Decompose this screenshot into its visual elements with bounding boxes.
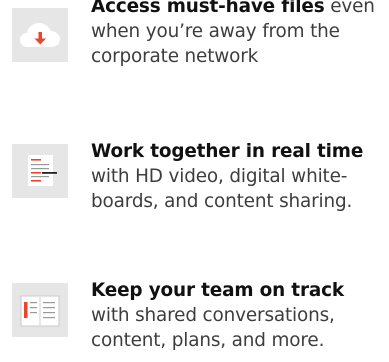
feature-work-together-text: Work together in real time with HD video… bbox=[91, 139, 387, 214]
notebook-icon bbox=[12, 283, 68, 337]
feature-access-files-body-2: when you’re away from the bbox=[91, 21, 340, 42]
feature-access-files-body-1: even bbox=[330, 0, 375, 17]
feature-work-together-body-2: boards, and content sharing. bbox=[91, 191, 353, 212]
feature-access-files-headline: Access must-have files bbox=[91, 0, 325, 17]
whiteboard-list-icon bbox=[12, 144, 68, 198]
cloud-download-icon bbox=[12, 8, 68, 62]
feature-work-together-body-1: with HD video, digital white- bbox=[91, 166, 348, 187]
feature-access-files-body-3: corporate network bbox=[91, 46, 259, 67]
feature-keep-team-on-track-body-1: with shared conversations, bbox=[91, 305, 335, 326]
feature-keep-team-on-track-headline: Keep your team on track bbox=[91, 280, 344, 301]
feature-keep-team-on-track-text: Keep your team on track with shared conv… bbox=[91, 278, 387, 353]
feature-access-files-text: Access must-have files even when you’re … bbox=[91, 0, 387, 69]
feature-keep-team-on-track-body-2: content, plans, and more. bbox=[91, 330, 325, 351]
feature-work-together-headline: Work together in real time bbox=[91, 141, 364, 162]
